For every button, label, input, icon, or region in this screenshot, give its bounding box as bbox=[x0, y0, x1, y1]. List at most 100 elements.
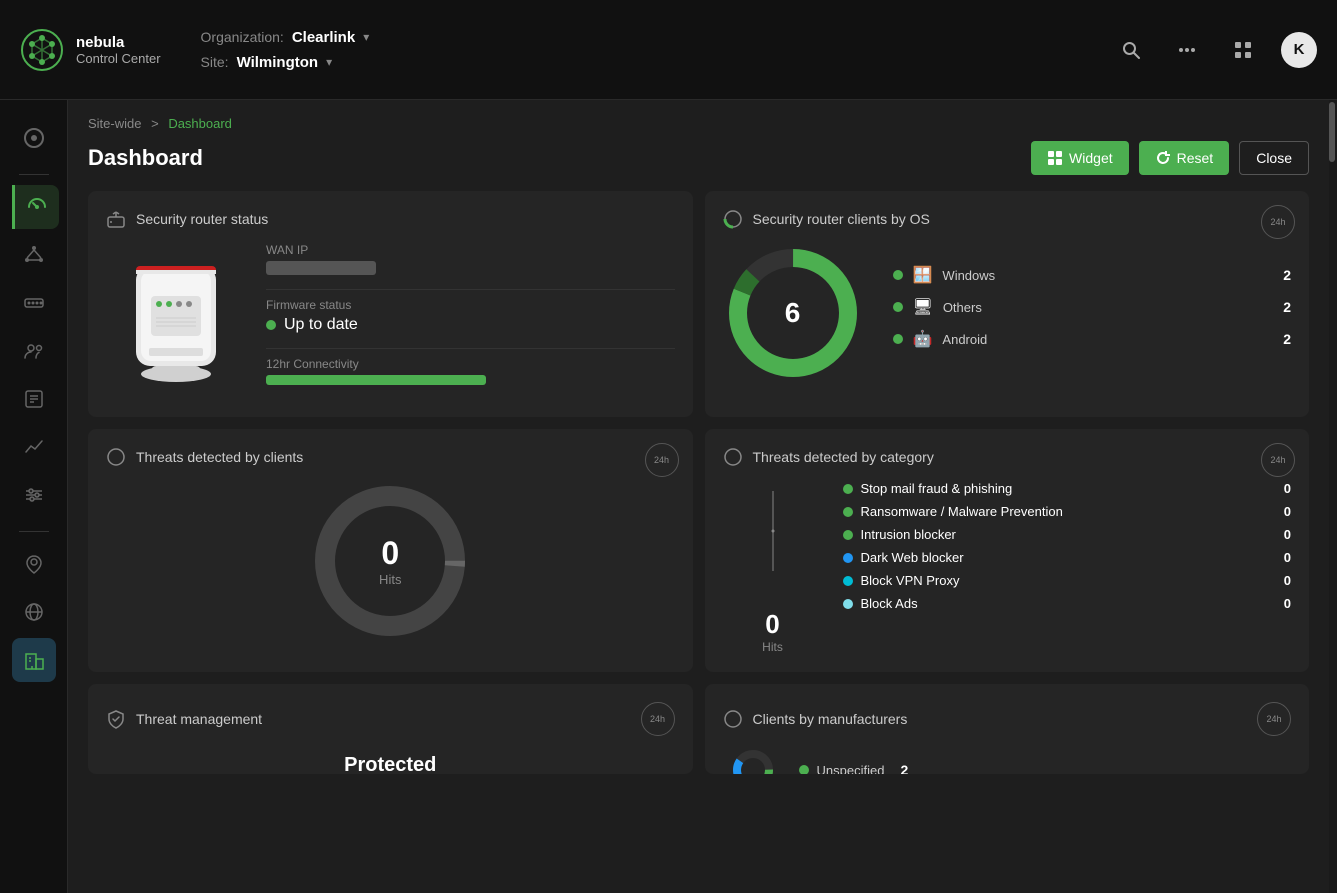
sidebar-item-network[interactable] bbox=[12, 233, 56, 277]
cat-dot-5 bbox=[843, 599, 853, 609]
cat-dot-4 bbox=[843, 576, 853, 586]
connectivity-field: 12hr Connectivity bbox=[266, 357, 675, 385]
reset-button[interactable]: Reset bbox=[1139, 141, 1230, 175]
card-header-threats-category: Threats detected by category bbox=[723, 447, 1292, 467]
org-site-selector: Organization: Clearlink ▾ Site: Wilmingt… bbox=[201, 29, 370, 71]
sidebar-item-buildings[interactable] bbox=[12, 638, 56, 682]
cat-label-3: Dark Web blocker bbox=[861, 550, 964, 565]
apps-grid-button[interactable] bbox=[1225, 32, 1261, 68]
category-left-5: Block Ads bbox=[843, 596, 918, 611]
search-button[interactable] bbox=[1113, 32, 1149, 68]
threat-mgmt-status-area: Protected bbox=[106, 750, 675, 774]
threat-mgmt-header: Threat management 24h bbox=[106, 702, 675, 736]
firmware-status-value: Up to date bbox=[284, 316, 358, 334]
legend-item-windows: 🪟 Windows 2 bbox=[893, 265, 1292, 285]
org-dropdown-arrow[interactable]: ▾ bbox=[363, 30, 369, 44]
cat-dot-3 bbox=[843, 553, 853, 563]
sidebar-divider-1 bbox=[19, 174, 49, 175]
router-card-icon bbox=[106, 209, 126, 229]
threats-clients-badge: 24h bbox=[645, 443, 679, 477]
legend-item-android: 🤖 Android 2 bbox=[893, 329, 1292, 349]
legend-count-others: 2 bbox=[1283, 299, 1291, 315]
threats-clients-label: 0 Hits bbox=[379, 535, 401, 587]
wan-ip-field: WAN IP bbox=[266, 243, 675, 275]
sidebar-item-location[interactable] bbox=[12, 542, 56, 586]
category-left-4: Block VPN Proxy bbox=[843, 573, 960, 588]
page-header: Dashboard Widget Reset bbox=[88, 141, 1309, 175]
security-router-status-card: Security router status bbox=[88, 191, 693, 417]
clients-os-title: Security router clients by OS bbox=[753, 211, 930, 227]
cat-count-3: 0 bbox=[1284, 550, 1291, 565]
donut-section: 6 🪟 Windows 2 bbox=[723, 243, 1292, 383]
clients-mfr-header: Clients by manufacturers 24h bbox=[723, 702, 1292, 736]
sidebar bbox=[0, 100, 68, 893]
cat-dot-2 bbox=[843, 530, 853, 540]
cat-dot-0 bbox=[843, 484, 853, 494]
threats-clients-title: Threats detected by clients bbox=[136, 449, 303, 465]
breadcrumb-separator: > bbox=[151, 116, 162, 131]
card-header-threats-clients: Threats detected by clients bbox=[106, 447, 675, 467]
category-item-0: Stop mail fraud & phishing 0 bbox=[843, 481, 1292, 496]
site-dropdown-arrow[interactable]: ▾ bbox=[326, 55, 332, 69]
card-header-os: Security router clients by OS bbox=[723, 209, 1292, 229]
breadcrumb-current[interactable]: Dashboard bbox=[168, 116, 232, 131]
sidebar-item-clients[interactable] bbox=[12, 329, 56, 373]
sidebar-item-settings[interactable] bbox=[12, 473, 56, 517]
breadcrumb-parent: Site-wide bbox=[88, 116, 141, 131]
clients-mfr-count: 2 bbox=[900, 762, 908, 774]
category-left-3: Dark Web blocker bbox=[843, 550, 964, 565]
page-title: Dashboard bbox=[88, 145, 203, 171]
close-button[interactable]: Close bbox=[1239, 141, 1309, 175]
sidebar-divider-2 bbox=[19, 531, 49, 532]
threats-clients-inner: 0 Hits bbox=[106, 481, 675, 641]
more-options-button[interactable] bbox=[1169, 32, 1205, 68]
router-image-area bbox=[106, 246, 246, 396]
clients-manufacturers-card: Clients by manufacturers 24h Unspecified… bbox=[705, 684, 1310, 774]
threat-mgmt-badge: 24h bbox=[641, 702, 675, 736]
legend-count-windows: 2 bbox=[1283, 267, 1291, 283]
category-list: Stop mail fraud & phishing 0 Ransomware … bbox=[843, 481, 1292, 619]
main-layout: Site-wide > Dashboard Dashboard Widget bbox=[0, 100, 1337, 893]
sidebar-item-analytics[interactable] bbox=[12, 425, 56, 469]
firmware-label: Firmware status bbox=[266, 298, 675, 312]
logo-text: nebula Control Center bbox=[76, 34, 161, 66]
clients-os-donut: 6 bbox=[723, 243, 863, 383]
header-actions: Widget Reset Close bbox=[1031, 141, 1309, 175]
legend-item-others: 🖥 Others 2 bbox=[893, 297, 1292, 317]
nav-actions: K bbox=[1113, 32, 1317, 68]
sidebar-item-overview[interactable] bbox=[12, 116, 56, 160]
legend-left-others: 🖥 Others bbox=[893, 297, 982, 317]
clients-mfr-legend-item: Unspecified 2 bbox=[799, 762, 909, 774]
logo-area: nebula Control Center bbox=[20, 28, 161, 72]
router-divider-1 bbox=[266, 289, 675, 290]
clients-mfr-chart bbox=[723, 750, 783, 774]
legend-left-android: 🤖 Android bbox=[893, 329, 988, 349]
firmware-field: Firmware status Up to date bbox=[266, 298, 675, 334]
org-value: Clearlink bbox=[292, 29, 355, 46]
sidebar-item-switches[interactable] bbox=[12, 281, 56, 325]
clients-mfr-label: Unspecified bbox=[817, 763, 885, 775]
cat-count-2: 0 bbox=[1284, 527, 1291, 542]
widget-button[interactable]: Widget bbox=[1031, 141, 1129, 175]
user-avatar[interactable]: K bbox=[1281, 32, 1317, 68]
threat-mgmt-title: Threat management bbox=[136, 711, 262, 727]
scrollbar-thumb[interactable] bbox=[1329, 102, 1335, 162]
legend-label-windows: Windows bbox=[942, 268, 995, 283]
dashboard-grid: Security router status bbox=[88, 191, 1309, 672]
site-value: Wilmington bbox=[237, 54, 319, 71]
threat-management-card: Threat management 24h Protected bbox=[88, 684, 693, 774]
partial-row: Threat management 24h Protected Client bbox=[88, 684, 1309, 774]
category-item-5: Block Ads 0 bbox=[843, 596, 1292, 611]
sidebar-item-dashboard[interactable] bbox=[12, 185, 59, 229]
sidebar-item-vpn[interactable] bbox=[12, 590, 56, 634]
cat-label-1: Ransomware / Malware Prevention bbox=[861, 504, 1063, 519]
connectivity-bar bbox=[266, 375, 486, 385]
category-left-0: Stop mail fraud & phishing bbox=[843, 481, 1013, 496]
wan-ip-label: WAN IP bbox=[266, 243, 675, 257]
clients-mfr-icon bbox=[723, 709, 743, 729]
sidebar-item-reports[interactable] bbox=[12, 377, 56, 421]
category-item-1: Ransomware / Malware Prevention 0 bbox=[843, 504, 1292, 519]
navbar: nebula Control Center Organization: Clea… bbox=[0, 0, 1337, 100]
threat-mgmt-status: Protected bbox=[344, 754, 436, 774]
brand-name: nebula bbox=[76, 34, 161, 51]
